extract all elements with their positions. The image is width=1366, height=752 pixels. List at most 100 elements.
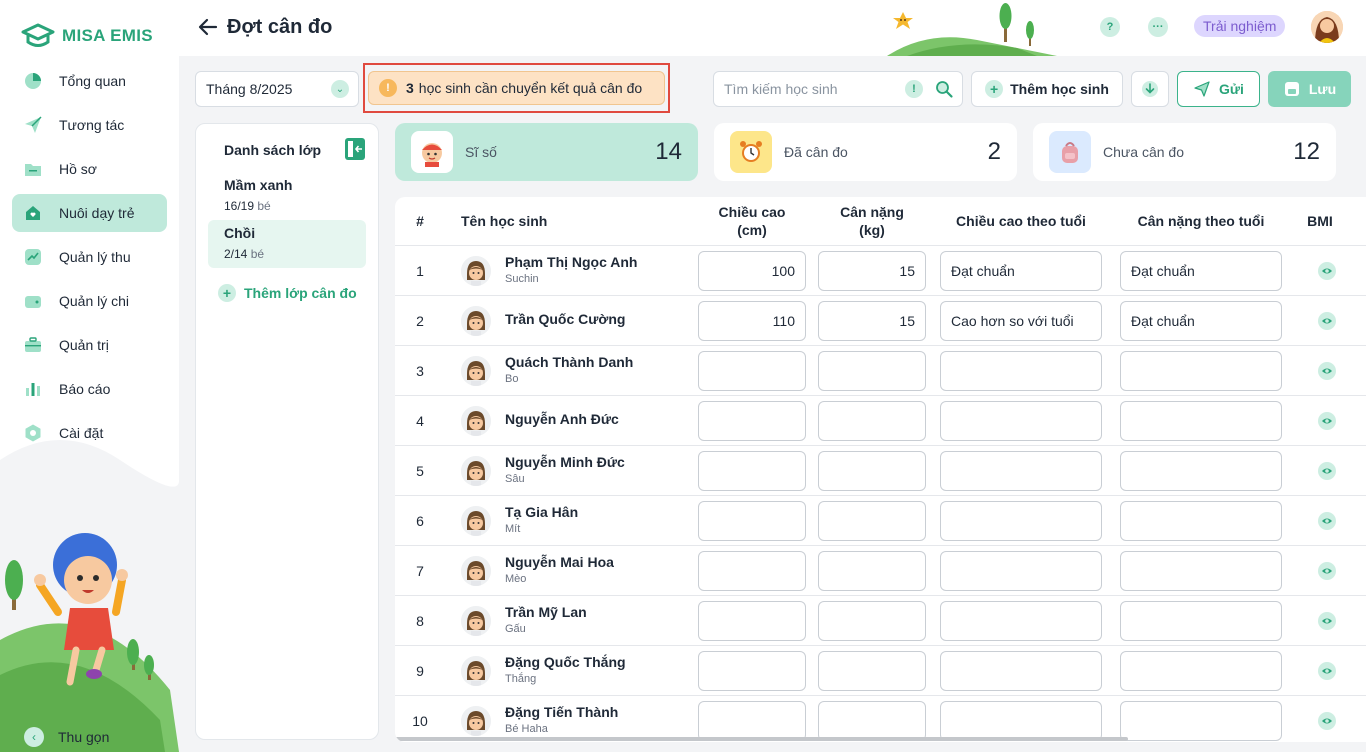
weight-for-age-field[interactable] <box>1120 501 1282 541</box>
weight-input[interactable] <box>818 551 926 591</box>
pending-results-alert[interactable]: ! 3 học sinh cần chuyển kết quả cân đo <box>368 71 665 105</box>
height-input[interactable] <box>698 601 806 641</box>
logo[interactable]: MISA EMIS <box>20 22 153 50</box>
stat-card-measured[interactable]: Đã cân đo 2 <box>714 123 1017 181</box>
height-input[interactable] <box>698 401 806 441</box>
height-for-age-field[interactable] <box>940 701 1102 741</box>
height-for-age-field[interactable] <box>940 401 1102 441</box>
sidebar-item-ho-so[interactable]: Hồ sơ <box>12 150 167 188</box>
sidebar-item-quan-tri[interactable]: Quản trị <box>12 326 167 364</box>
student-name[interactable]: Đặng Quốc Thắng <box>505 654 626 670</box>
weight-input[interactable] <box>818 701 926 741</box>
col-header-bmi[interactable]: BMI <box>1300 197 1340 245</box>
income-chart-icon <box>23 247 43 267</box>
add-class-button[interactable]: + Thêm lớp cân đo <box>218 284 357 302</box>
weight-for-age-field[interactable]: Đạt chuẩn <box>1120 301 1282 341</box>
user-avatar[interactable] <box>1311 11 1343 43</box>
weight-input[interactable] <box>818 351 926 391</box>
height-for-age-field[interactable] <box>940 501 1102 541</box>
height-for-age-field[interactable] <box>940 551 1102 591</box>
height-input[interactable] <box>698 551 806 591</box>
stat-card-not-measured[interactable]: Chưa cân đo 12 <box>1033 123 1336 181</box>
weight-for-age-field[interactable] <box>1120 351 1282 391</box>
add-student-button[interactable]: + Thêm học sinh <box>971 71 1123 107</box>
more-options-button[interactable]: ··· <box>1148 17 1168 37</box>
eye-icon[interactable] <box>1318 512 1336 530</box>
weight-input[interactable]: 15 <box>818 251 926 291</box>
height-for-age-field[interactable] <box>940 601 1102 641</box>
weight-input[interactable] <box>818 601 926 641</box>
weight-for-age-field[interactable] <box>1120 551 1282 591</box>
sidebar-item-tong-quan[interactable]: Tổng quan <box>12 62 167 100</box>
eye-icon[interactable] <box>1318 562 1336 580</box>
student-name[interactable]: Quách Thành Danh <box>505 354 633 370</box>
weight-input[interactable]: 15 <box>818 301 926 341</box>
weight-input[interactable] <box>818 401 926 441</box>
class-item-choi[interactable]: Chồi 2/14 bé <box>208 220 366 268</box>
weight-for-age-field[interactable]: Đạt chuẩn <box>1120 251 1282 291</box>
weight-input[interactable] <box>818 501 926 541</box>
help-button[interactable]: ? <box>1100 17 1120 37</box>
weight-for-age-field[interactable] <box>1120 651 1282 691</box>
col-header-height[interactable]: Chiều cao (cm) <box>698 197 806 245</box>
height-for-age-field[interactable]: Đạt chuẩn <box>940 251 1102 291</box>
height-for-age-field[interactable] <box>940 351 1102 391</box>
sidebar-item-nuoi-day-tre[interactable]: Nuôi dạy trẻ <box>12 194 167 232</box>
student-name[interactable]: Nguyễn Anh Đức <box>505 411 619 427</box>
student-name[interactable]: Phạm Thị Ngọc Anh <box>505 254 637 270</box>
eye-icon[interactable] <box>1318 712 1336 730</box>
sidebar-item-bao-cao[interactable]: Báo cáo <box>12 370 167 408</box>
height-input[interactable] <box>698 701 806 741</box>
weight-for-age-field[interactable] <box>1120 451 1282 491</box>
student-name[interactable]: Nguyễn Mai Hoa <box>505 554 614 570</box>
download-button[interactable] <box>1131 71 1169 107</box>
height-for-age-field[interactable] <box>940 651 1102 691</box>
col-header-height-for-age[interactable]: Chiều cao theo tuổi <box>940 197 1102 245</box>
horizontal-scrollbar[interactable] <box>395 737 1128 741</box>
student-name[interactable]: Nguyễn Minh Đức <box>505 454 625 470</box>
collapse-panel-icon[interactable] <box>345 138 365 160</box>
class-item-mam-xanh[interactable]: Mầm xanh 16/19 bé <box>208 172 366 220</box>
trial-badge[interactable]: Trải nghiệm <box>1194 15 1286 37</box>
height-input[interactable] <box>698 501 806 541</box>
height-for-age-field[interactable]: Cao hơn so với tuổi <box>940 301 1102 341</box>
col-header-weight[interactable]: Cân nặng (kg) <box>818 197 926 245</box>
sidebar-item-tuong-tac[interactable]: Tương tác <box>12 106 167 144</box>
sidebar-item-quan-ly-chi[interactable]: Quản lý chi <box>12 282 167 320</box>
eye-icon[interactable] <box>1318 312 1336 330</box>
save-button[interactable]: Lưu <box>1268 71 1351 107</box>
height-input[interactable] <box>698 451 806 491</box>
height-input[interactable]: 110 <box>698 301 806 341</box>
height-input[interactable] <box>698 351 806 391</box>
back-arrow-icon[interactable] <box>197 16 219 38</box>
height-input[interactable] <box>698 651 806 691</box>
weight-for-age-field[interactable] <box>1120 701 1282 741</box>
student-name[interactable]: Đặng Tiến Thành <box>505 704 618 720</box>
eye-icon[interactable] <box>1318 662 1336 680</box>
collapse-sidebar-button[interactable]: ‹ Thu gọn <box>24 727 109 747</box>
sidebar-item-quan-ly-thu[interactable]: Quản lý thu <box>12 238 167 276</box>
weight-for-age-field[interactable] <box>1120 401 1282 441</box>
weight-for-age-field[interactable] <box>1120 601 1282 641</box>
eye-icon[interactable] <box>1318 262 1336 280</box>
eye-icon[interactable] <box>1318 612 1336 630</box>
col-header-name[interactable]: Tên học sinh <box>461 197 591 245</box>
eye-icon[interactable] <box>1318 462 1336 480</box>
search-icon[interactable] <box>934 79 954 99</box>
eye-icon[interactable] <box>1318 412 1336 430</box>
send-button[interactable]: Gửi <box>1177 71 1260 107</box>
collapse-label: Thu gọn <box>58 729 110 745</box>
month-select[interactable]: Tháng 8/2025 ⌄ <box>195 71 359 107</box>
student-name[interactable]: Tạ Gia Hân <box>505 504 578 520</box>
col-header-weight-for-age[interactable]: Cân nặng theo tuổi <box>1120 197 1282 245</box>
weight-input[interactable] <box>818 451 926 491</box>
eye-icon[interactable] <box>1318 362 1336 380</box>
height-for-age-field[interactable] <box>940 451 1102 491</box>
height-input[interactable]: 100 <box>698 251 806 291</box>
search-input[interactable] <box>724 81 904 97</box>
student-name[interactable]: Trần Quốc Cường <box>505 311 625 327</box>
weight-input[interactable] <box>818 651 926 691</box>
stat-card-total[interactable]: Sĩ số 14 <box>395 123 698 181</box>
search-info-icon[interactable]: ! <box>905 80 923 98</box>
student-name[interactable]: Trần Mỹ Lan <box>505 604 587 620</box>
